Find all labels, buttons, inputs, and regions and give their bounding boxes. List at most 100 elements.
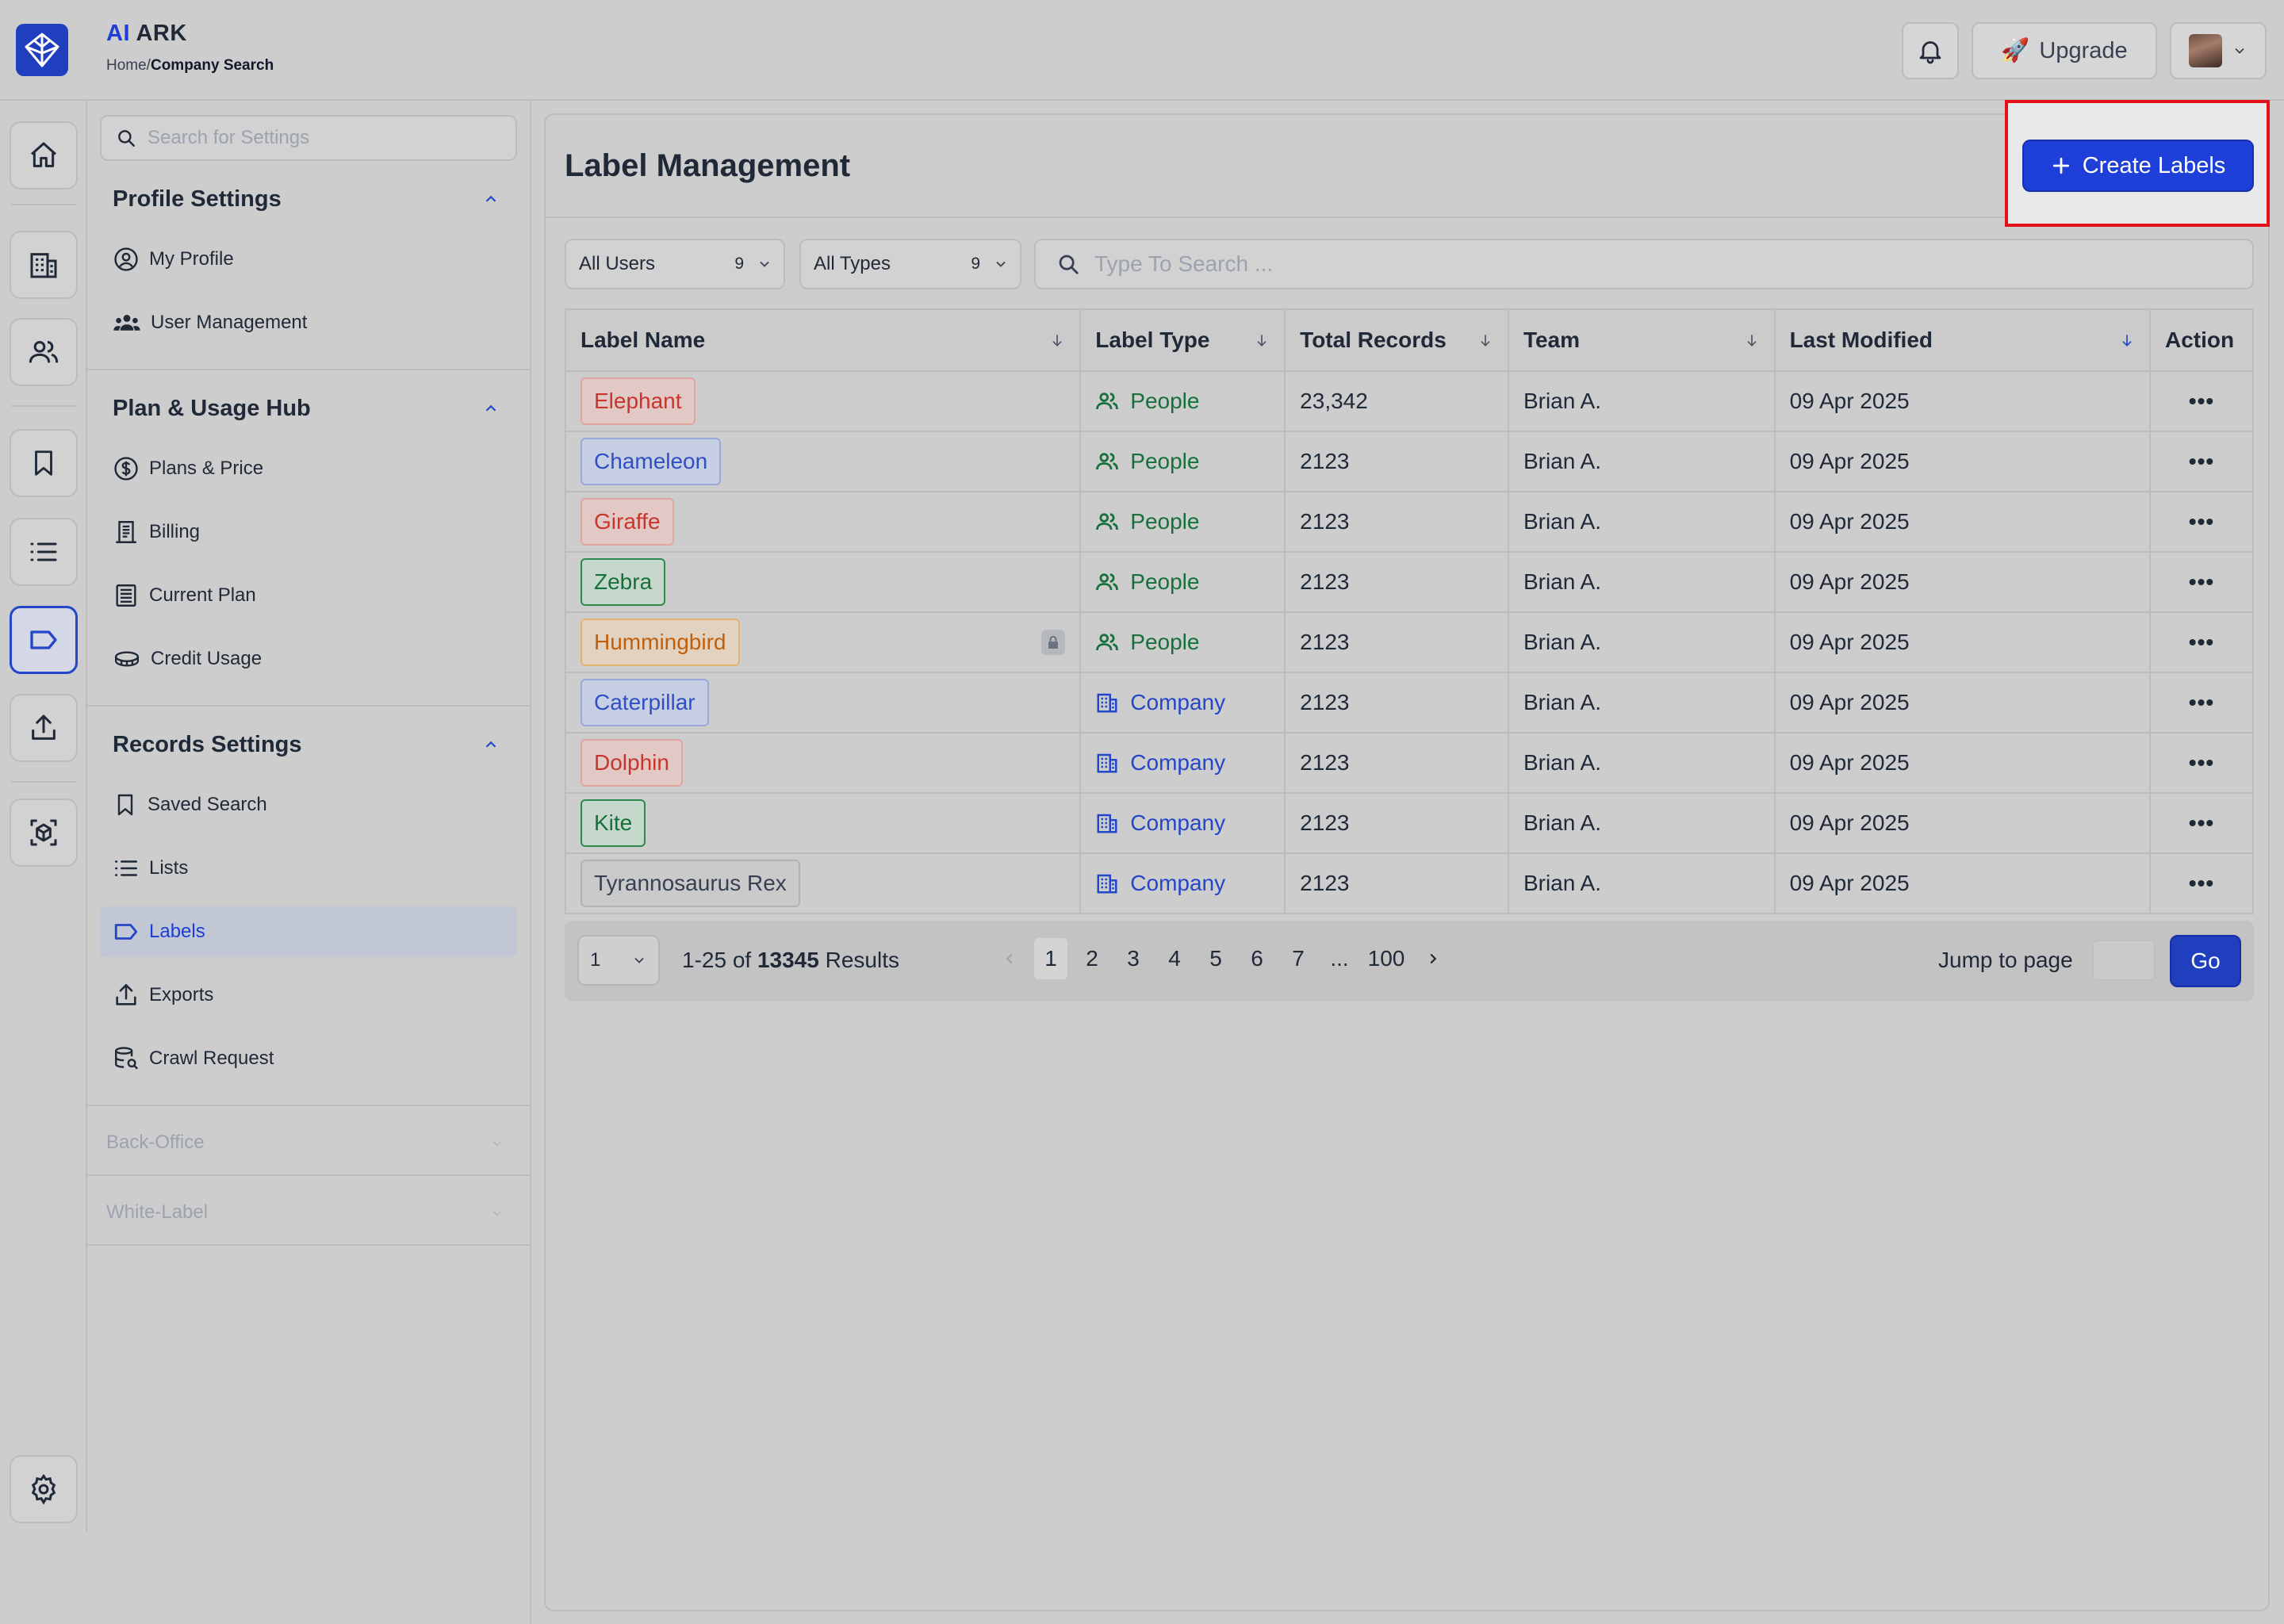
per-page-value: 1 [590, 949, 601, 971]
column-header-team[interactable]: Team [1507, 308, 1776, 372]
row-actions-menu-button[interactable]: ••• [2148, 792, 2255, 854]
table-row[interactable]: Dolphin Company 2123 Brian A. 09 Apr 202… [564, 732, 2255, 794]
sidebar-item-labels[interactable]: Labels [100, 906, 517, 957]
table-row[interactable]: Caterpillar Company 2123 Brian A. 09 Apr… [564, 672, 2255, 733]
sidebar-item-label: Crawl Request [149, 1048, 274, 1069]
rail-crawl-button[interactable] [10, 799, 78, 867]
collapse-profile-button[interactable] [479, 187, 503, 211]
table-row[interactable]: Zebra People 2123 Brian A. 09 Apr 2025 •… [564, 551, 2255, 613]
rail-saved-button[interactable] [10, 429, 78, 497]
sidebar-item-label: Saved Search [148, 794, 267, 815]
label-pill[interactable]: Elephant [581, 377, 696, 425]
label-pill[interactable]: Dolphin [581, 739, 683, 787]
sidebar-item-credit-usage[interactable]: Credit Usage [100, 634, 517, 684]
prev-page-button[interactable] [993, 938, 1026, 979]
people-icon [1096, 453, 1119, 470]
rail-lists-button[interactable] [10, 518, 78, 586]
label-pill[interactable]: Tyrannosaurus Rex [581, 860, 800, 907]
per-page-select[interactable]: 1 [577, 935, 660, 986]
go-button[interactable]: Go [2170, 935, 2241, 987]
sidebar-item-saved-search[interactable]: Saved Search [100, 779, 517, 830]
building-icon [1097, 753, 1117, 773]
sidebar-item-plans-price[interactable]: Plans & Price [100, 443, 517, 494]
table-row[interactable]: Elephant People 23,342 Brian A. 09 Apr 2… [564, 370, 2255, 432]
label-pill[interactable]: Hummingbird [581, 619, 740, 666]
rail-home-button[interactable] [10, 121, 78, 190]
filter-users-dropdown[interactable]: All Users 9 [565, 239, 785, 289]
database-search-icon [115, 1047, 139, 1070]
page-button[interactable]: 5 [1199, 938, 1232, 979]
account-menu-button[interactable] [2170, 22, 2267, 79]
team-cell: Brian A. [1507, 431, 1776, 492]
breadcrumb: Home/Company Search [106, 57, 274, 75]
filter-types-dropdown[interactable]: All Types 9 [799, 239, 1021, 289]
rail-exports-button[interactable] [10, 694, 78, 762]
rail-settings-button[interactable] [10, 1455, 78, 1523]
settings-search-input[interactable] [148, 127, 496, 149]
column-header-last-modified[interactable]: Last Modified [1773, 308, 2151, 372]
table-row[interactable]: Giraffe People 2123 Brian A. 09 Apr 2025… [564, 491, 2255, 553]
page-button[interactable]: 4 [1158, 938, 1191, 979]
page-button[interactable]: 1 [1034, 938, 1067, 979]
sidebar-item-my-profile[interactable]: My Profile [100, 234, 517, 285]
rail-companies-button[interactable] [10, 231, 78, 299]
table-row[interactable]: Tyrannosaurus Rex Company 2123 Brian A. … [564, 852, 2255, 914]
label-pill[interactable]: Caterpillar [581, 679, 709, 726]
jump-to-page-input[interactable] [2092, 940, 2156, 981]
column-header-label-type[interactable]: Label Type [1079, 308, 1286, 372]
collapse-plan-button[interactable] [479, 396, 503, 420]
rail-labels-button[interactable] [10, 606, 78, 674]
sidebar-item-lists[interactable]: Lists [100, 843, 517, 894]
create-labels-button[interactable]: Create Labels [2022, 140, 2254, 192]
gear-icon [31, 1473, 56, 1505]
page-button[interactable]: 2 [1075, 938, 1109, 979]
ai-ark-logo-icon[interactable] [16, 24, 68, 76]
section-title-records: Records Settings [113, 732, 302, 757]
building-icon [1097, 814, 1117, 833]
column-header-action: Action [2148, 308, 2255, 372]
label-pill[interactable]: Chameleon [581, 438, 722, 485]
next-page-button[interactable] [1416, 938, 1450, 979]
table-row[interactable]: Kite Company 2123 Brian A. 09 Apr 2025 •… [564, 792, 2255, 854]
sidebar-section-white-label[interactable]: White-Label [106, 1201, 208, 1224]
sidebar-section-back-office[interactable]: Back-Office [106, 1132, 205, 1154]
column-header-label-name[interactable]: Label Name [564, 308, 1082, 372]
table-search[interactable] [1034, 239, 2254, 289]
page-button[interactable]: 100 [1364, 938, 1408, 979]
sidebar-item-user-management[interactable]: User Management [100, 297, 517, 348]
sidebar-item-billing[interactable]: Billing [100, 507, 517, 557]
last-modified-cell: 09 Apr 2025 [1773, 732, 2151, 794]
sidebar-item-crawl-request[interactable]: Crawl Request [100, 1033, 517, 1084]
row-actions-menu-button[interactable]: ••• [2148, 852, 2255, 914]
row-actions-menu-button[interactable]: ••• [2148, 672, 2255, 733]
row-actions-menu-button[interactable]: ••• [2148, 551, 2255, 613]
label-pill[interactable]: Zebra [581, 558, 666, 606]
table-row[interactable]: Hummingbird People 2123 Brian A. 09 Apr … [564, 611, 2255, 673]
row-actions-menu-button[interactable]: ••• [2148, 431, 2255, 492]
filter-types-count: 9 [971, 255, 980, 273]
table-search-input[interactable] [1094, 251, 2205, 277]
notifications-button[interactable] [1902, 22, 1959, 79]
rail-people-button[interactable] [10, 318, 78, 386]
label-pill[interactable]: Kite [581, 799, 646, 847]
page-button[interactable]: 7 [1282, 938, 1315, 979]
breadcrumb-home[interactable]: Home/ [106, 57, 151, 74]
chevron-up-icon [485, 195, 496, 202]
sidebar-item-current-plan[interactable]: Current Plan [100, 570, 517, 621]
bookmark-icon [35, 450, 52, 476]
row-actions-menu-button[interactable]: ••• [2148, 370, 2255, 432]
search-icon [118, 130, 135, 147]
page-button[interactable]: 3 [1117, 938, 1150, 979]
column-header-total-records[interactable]: Total Records [1284, 308, 1509, 372]
row-actions-menu-button[interactable]: ••• [2148, 611, 2255, 673]
table-row[interactable]: Chameleon People 2123 Brian A. 09 Apr 20… [564, 431, 2255, 492]
sort-arrow-icon [1052, 335, 1062, 347]
row-actions-menu-button[interactable]: ••• [2148, 732, 2255, 794]
label-pill[interactable]: Giraffe [581, 498, 674, 546]
settings-search[interactable] [100, 115, 517, 161]
sidebar-item-exports[interactable]: Exports [100, 970, 517, 1021]
collapse-records-button[interactable] [479, 733, 503, 756]
page-button[interactable]: 6 [1240, 938, 1274, 979]
upgrade-button[interactable]: 🚀 Upgrade [1972, 22, 2157, 79]
row-actions-menu-button[interactable]: ••• [2148, 491, 2255, 553]
